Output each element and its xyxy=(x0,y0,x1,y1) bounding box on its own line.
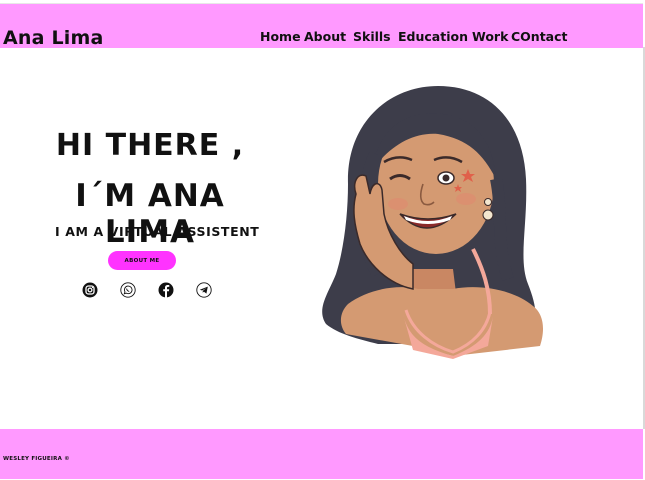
woman-illustration xyxy=(322,86,544,359)
facebook-icon[interactable] xyxy=(158,282,174,298)
nav-skills[interactable]: Skills xyxy=(353,29,391,44)
site-logo[interactable]: Ana Lima xyxy=(3,27,104,49)
nav-home[interactable]: Home xyxy=(260,29,301,44)
site-header: Ana Lima Home About Skills Education Wor… xyxy=(0,3,643,49)
nav-contact[interactable]: COntact xyxy=(511,29,568,44)
nav-work[interactable]: Work xyxy=(472,29,508,44)
hero-name: I´M ANA LIMA xyxy=(75,178,225,250)
about-me-button[interactable]: ABOUT ME xyxy=(108,251,176,270)
nav-education[interactable]: Education xyxy=(398,29,468,44)
site-footer: WESLEY FIGUEIRA © xyxy=(0,429,643,479)
hero-greeting: HI THERE , xyxy=(55,128,245,163)
telegram-icon[interactable] xyxy=(196,282,212,298)
hero-subtitle: I AM A VIRTUAL ASSISTENT xyxy=(55,224,260,239)
footer-credit: WESLEY FIGUEIRA © xyxy=(3,456,70,462)
nav-about[interactable]: About xyxy=(304,29,346,44)
instagram-icon[interactable] xyxy=(82,282,98,298)
whatsapp-icon[interactable] xyxy=(120,282,136,298)
